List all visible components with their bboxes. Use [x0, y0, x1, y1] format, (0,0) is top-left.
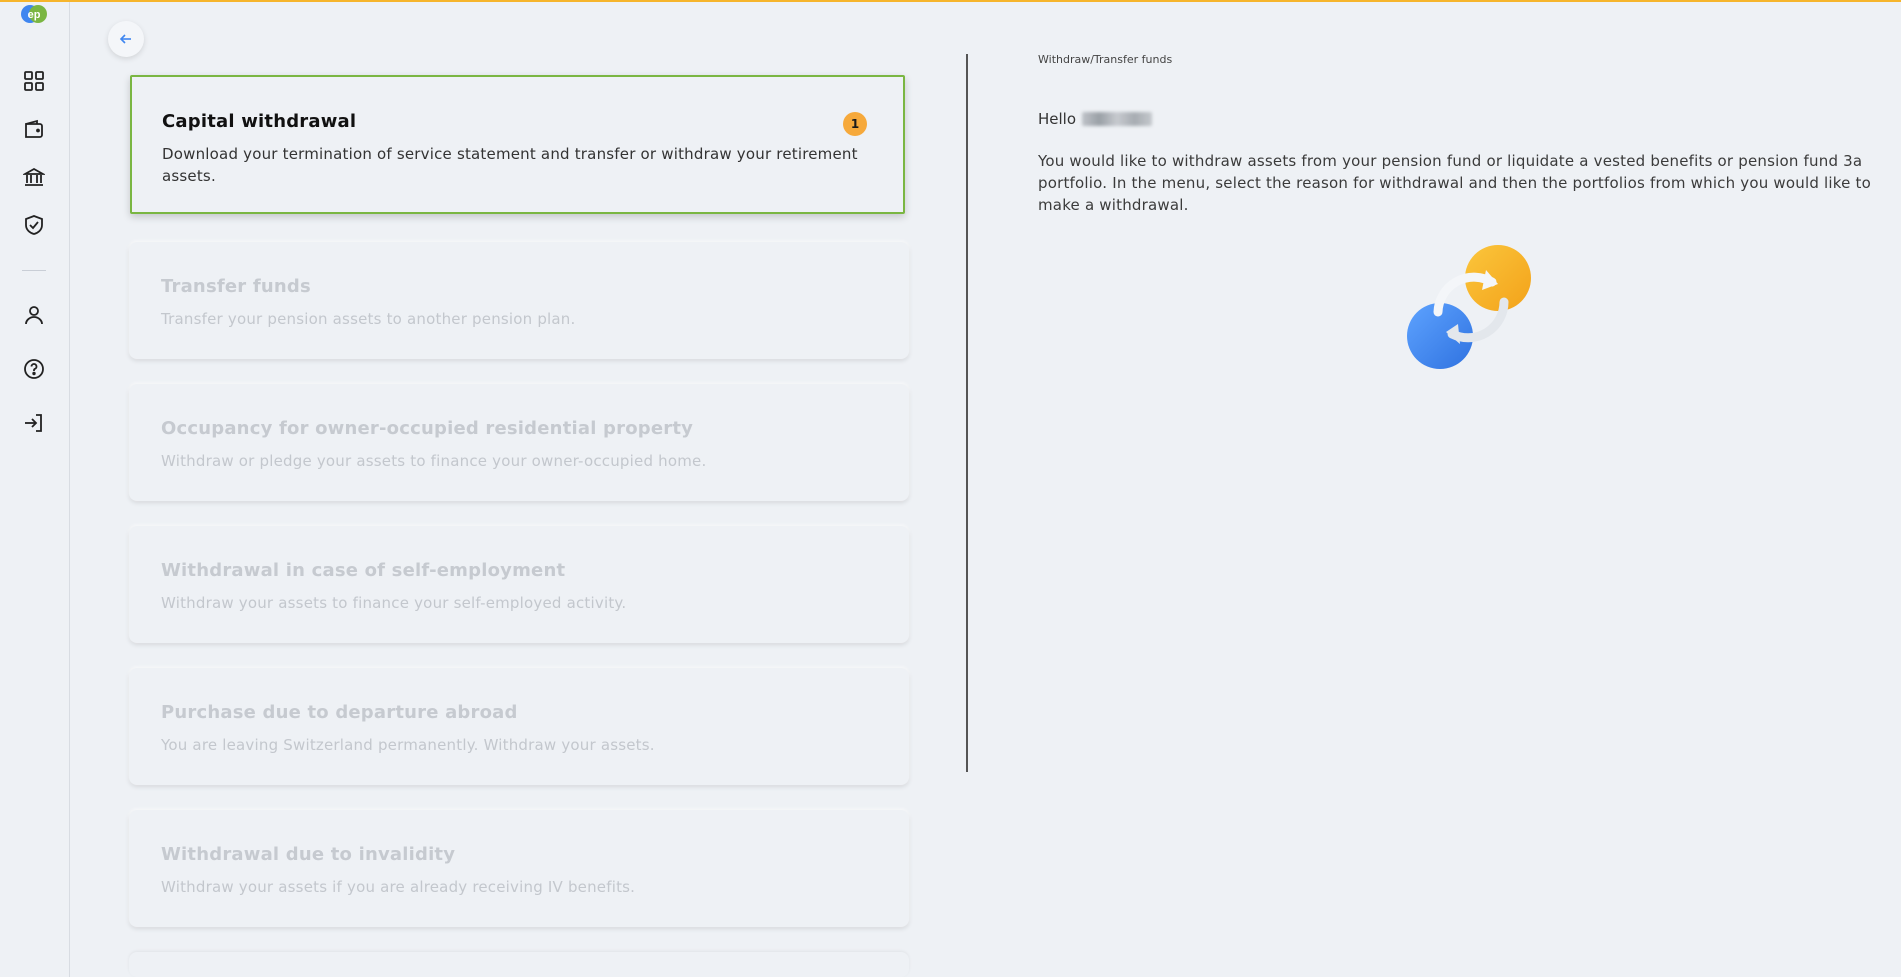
user-name-redacted: [1082, 112, 1153, 126]
card-description: Download your termination of service sta…: [162, 145, 858, 185]
card-title: Occupancy for owner-occupied residential…: [161, 418, 694, 439]
transfer-illustration: [1400, 240, 1540, 375]
greeting: Hello: [1038, 110, 1153, 128]
wallet-icon[interactable]: [21, 116, 47, 142]
intro-text: You would like to withdraw assets from y…: [1038, 152, 1871, 214]
card-owner-occupied-property[interactable]: Occupancy for owner-occupied residential…: [129, 384, 909, 501]
notification-badge: 1: [843, 112, 867, 136]
card-description: You are leaving Switzerland permanently.…: [161, 736, 655, 754]
card-description: Withdraw your assets to finance your sel…: [161, 594, 627, 612]
greeting-text: Hello: [1038, 110, 1077, 128]
dashboard-icon[interactable]: [21, 68, 47, 94]
card-invalidity[interactable]: Withdrawal due to invalidity Withdraw yo…: [129, 810, 909, 927]
card-description: Withdraw your assets if you are already …: [161, 878, 636, 896]
back-button[interactable]: [108, 21, 144, 57]
logo[interactable]: ep: [20, 4, 48, 24]
card-title: Capital withdrawal: [162, 111, 357, 132]
panel-divider: [966, 54, 968, 772]
logout-icon[interactable]: [21, 410, 47, 436]
breadcrumb: Withdraw/Transfer funds: [1038, 53, 1173, 66]
card-title: Transfer funds: [161, 276, 311, 297]
card-capital-withdrawal[interactable]: Capital withdrawal 1 Download your termi…: [130, 75, 905, 214]
sidebar: ep: [0, 2, 70, 977]
logo-text: ep: [28, 9, 41, 21]
card-partial-next[interactable]: [129, 952, 909, 977]
card-transfer-funds[interactable]: Transfer funds Transfer your pension ass…: [129, 242, 909, 359]
card-self-employment[interactable]: Withdrawal in case of self-employment Wi…: [129, 526, 909, 643]
card-title: Withdrawal due to invalidity: [161, 844, 456, 865]
shield-check-icon[interactable]: [21, 212, 47, 238]
user-icon[interactable]: [21, 302, 47, 328]
bank-icon[interactable]: [21, 164, 47, 190]
top-accent-bar: [0, 0, 1901, 2]
card-title: Purchase due to departure abroad: [161, 702, 518, 723]
help-icon[interactable]: [21, 356, 47, 382]
sidebar-divider: [22, 270, 46, 271]
card-departure-abroad[interactable]: Purchase due to departure abroad You are…: [129, 668, 909, 785]
card-description: Withdraw or pledge your assets to financ…: [161, 452, 707, 470]
card-description: Transfer your pension assets to another …: [161, 310, 576, 328]
arrow-left-icon: [119, 34, 131, 44]
card-title: Withdrawal in case of self-employment: [161, 560, 566, 581]
